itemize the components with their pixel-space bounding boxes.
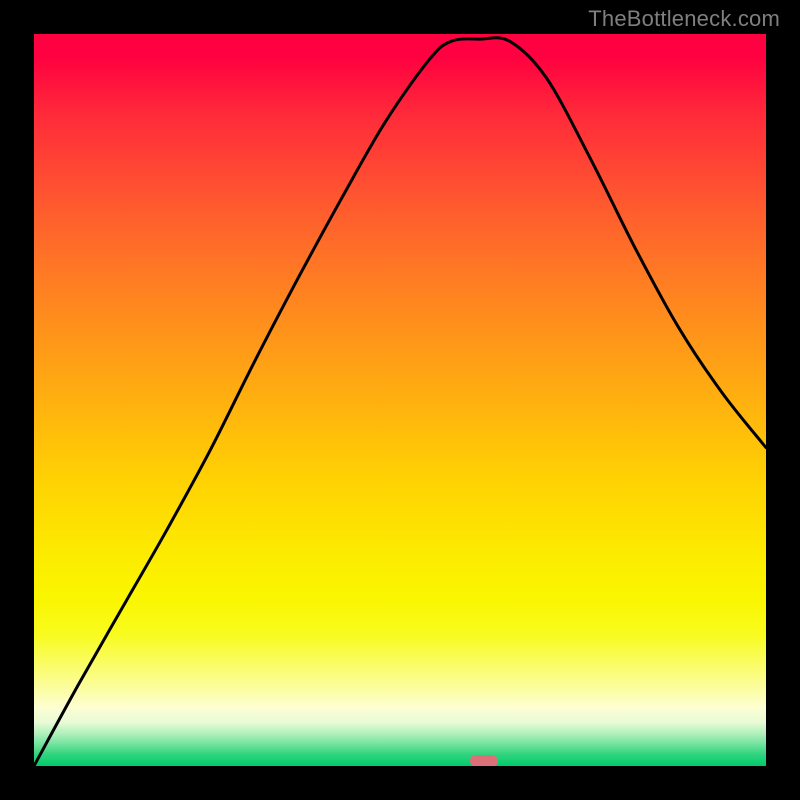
curve-path xyxy=(34,38,766,766)
bottleneck-curve xyxy=(34,34,766,766)
optimal-marker xyxy=(470,755,498,766)
plot-area xyxy=(34,34,766,766)
chart-frame: TheBottleneck.com xyxy=(0,0,800,800)
watermark-text: TheBottleneck.com xyxy=(588,6,780,32)
